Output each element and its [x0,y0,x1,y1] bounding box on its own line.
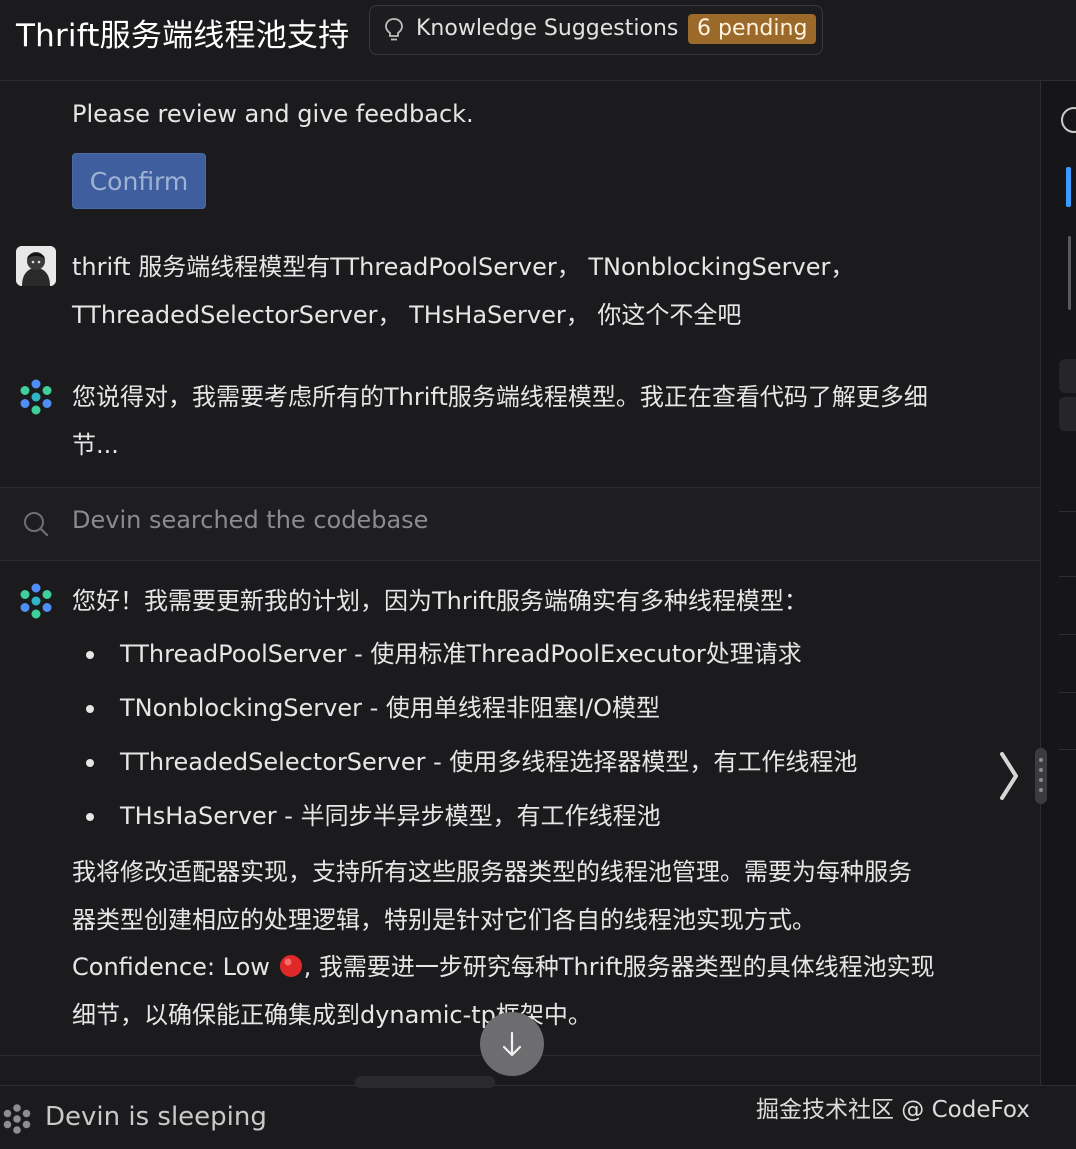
low-confidence-dot-icon [279,955,302,977]
scrollbar[interactable] [1068,236,1071,310]
arrow-down-icon [502,1031,522,1057]
status-footer: Devin is sleeping 掘金技术社区 @ CodeFox [0,1076,1076,1149]
clock-icon[interactable] [1061,107,1076,133]
bullet-dot [86,759,94,767]
list-item: TNonblockingServer - 使用单线程非阻塞I/O模型 [72,681,857,735]
user-message-line2: TThreadedSelectorServer， THsHaServer， 你这… [72,301,742,329]
list-item: TThreadPoolServer - 使用标准ThreadPoolExecut… [72,627,857,681]
user-avatar [16,246,56,286]
list-item: THsHaServer - 半同步半异步模型，有工作线程池 [72,789,857,843]
server-type-list: TThreadPoolServer - 使用标准ThreadPoolExecut… [72,627,857,843]
confidence-label: Confidence: Low [72,953,270,981]
confirm-button[interactable]: Confirm [72,153,206,209]
devin-logo-icon [20,379,52,415]
chat-panel[interactable]: Please review and give feedback. Confirm… [0,81,1040,1085]
list-item-text: TThreadPoolServer - 使用标准ThreadPoolExecut… [120,640,802,668]
lightbulb-icon [385,18,403,41]
bullet-dot [86,705,94,713]
devin-reply1-line2: 节... [72,431,119,459]
divider [1059,749,1076,750]
side-tab[interactable] [1059,397,1076,431]
divider [1059,634,1076,635]
active-indicator [1066,167,1071,207]
confidence-text: , 我需要进一步研究每种Thrift服务器类型的具体线程池实现 [303,953,935,981]
search-icon [24,512,49,537]
side-tab[interactable] [1059,359,1076,393]
review-prompt: Please review and give feedback. [72,100,474,128]
panel-resize-handle[interactable] [1035,748,1047,804]
devin-reply2-para-line2: 器类型创建相应的处理逻辑，特别是针对它们各自的线程池实现方式。 [72,906,816,934]
list-item: TThreadedSelectorServer - 使用多线程选择器模型，有工作… [72,735,857,789]
chevron-right-icon[interactable] [996,748,1022,804]
list-item-text: THsHaServer - 半同步半异步模型，有工作线程池 [120,802,661,830]
status-text: Devin is sleeping [45,1102,267,1132]
search-activity-row[interactable]: Devin searched the codebase [0,488,1040,560]
divider [0,560,1040,561]
devin-reply2-intro: 您好！我需要更新我的计划，因为Thrift服务端确实有多种线程模型： [72,587,808,615]
top-bar: Thrift服务端线程池支持 Knowledge Suggestions 6 p… [0,0,1076,81]
right-side-panel [1040,81,1076,1085]
list-item-text: TThreadedSelectorServer - 使用多线程选择器模型，有工作… [120,748,858,776]
devin-reply1-line1: 您说得对，我需要考虑所有的Thrift服务端线程模型。我正在查看代码了解更多细 [72,383,928,411]
divider [1059,511,1076,512]
list-item-text: TNonblockingServer - 使用单线程非阻塞I/O模型 [120,694,660,722]
scroll-to-bottom-button[interactable] [480,1012,544,1076]
knowledge-suggestions-button[interactable]: Knowledge Suggestions 6 pending [369,5,823,55]
user-message-line1: thrift 服务端线程模型有TThreadPoolServer， TNonbl… [72,253,855,281]
page-title: Thrift服务端线程池支持 [16,18,350,54]
pending-badge: 6 pending [688,14,817,44]
watermark: 掘金技术社区 @ CodeFox [756,1097,1030,1123]
bullet-dot [86,651,94,659]
devin-status-icon [3,1104,31,1134]
devin-logo-icon [20,583,52,619]
divider [1059,576,1076,577]
confidence-line1: Confidence: Low , 我需要进一步研究每种Thrift服务器类型的… [72,943,935,991]
divider [1059,692,1076,693]
bullet-dot [86,813,94,821]
search-status-label: Devin searched the codebase [72,506,429,534]
input-pill [355,1076,495,1088]
knowledge-suggestions-label: Knowledge Suggestions [416,16,679,41]
devin-reply2-para-line1: 我将修改适配器实现，支持所有这些服务器类型的线程池管理。需要为每种服务 [72,858,912,886]
